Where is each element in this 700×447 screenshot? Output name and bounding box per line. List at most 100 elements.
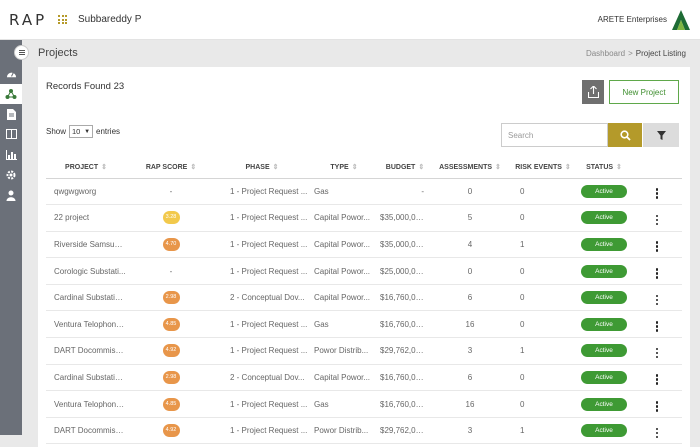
assessments-cell: 16 — [430, 390, 510, 418]
table-row[interactable]: Corologic Substati... - 1 - Project Reques… — [46, 257, 682, 285]
project-name-cell[interactable]: DART Docommissio... — [46, 337, 126, 365]
risk-events-cell: 0 — [510, 257, 576, 285]
actions-cell — [632, 204, 682, 232]
project-name-cell[interactable]: Cardinal Substatio... — [46, 284, 126, 312]
new-project-button[interactable]: New Project — [609, 80, 679, 104]
rap-score-badge: 4.92 — [162, 424, 180, 438]
more-options-icon[interactable] — [655, 241, 659, 252]
more-options-icon[interactable] — [655, 374, 659, 385]
table-row[interactable]: Cardinal Substatio... 2.98 2 - Conceptual … — [46, 364, 682, 392]
column-header-actions — [632, 156, 682, 179]
table-row[interactable]: DART Docommissio... 4.92 1 - Project Reque… — [46, 337, 682, 365]
column-header-project[interactable]: PROJECT ⇕ — [46, 156, 126, 179]
rap-score-badge: 2.98 — [162, 370, 180, 384]
column-header-type[interactable]: TYPE ⇕ — [308, 156, 380, 179]
table-row[interactable]: Ventura Telophono... 4.85 1 - Project Requ… — [46, 390, 682, 418]
actions-cell — [632, 390, 682, 418]
phase-cell: 1 - Project Request ... — [216, 417, 308, 445]
assessments-cell: 5 — [430, 204, 510, 232]
sidebar-item-users[interactable] — [4, 188, 18, 202]
type-cell: Capital Powor... — [308, 284, 380, 312]
actions-cell — [632, 284, 682, 312]
table-row[interactable]: Cardinal Substatio... 2.98 2 - Conceptual … — [46, 284, 682, 312]
more-options-icon[interactable] — [655, 214, 659, 226]
status-cell: Active — [576, 257, 632, 285]
more-options-icon[interactable] — [655, 268, 659, 279]
more-options-icon[interactable] — [655, 294, 659, 306]
sidebar-toggle-button[interactable] — [14, 45, 29, 60]
phase-cell: 1 - Project Request ... — [216, 390, 308, 418]
apps-grid-icon[interactable] — [58, 15, 67, 24]
column-header-risk-events[interactable]: RISK EVENTS ⇕ — [510, 156, 576, 179]
project-name-cell[interactable]: Cardinal Substatio... — [46, 364, 126, 392]
entries-value: 10 — [72, 127, 81, 136]
budget-cell: - — [380, 178, 430, 206]
status-badge: Active — [581, 317, 627, 331]
export-icon — [587, 86, 599, 98]
status-cell: Active — [576, 417, 632, 445]
sidebar-item-projects[interactable] — [0, 84, 22, 104]
risk-events-cell: 0 — [510, 284, 576, 312]
phase-cell: 1 - Project Request ... — [216, 337, 308, 365]
column-header-phase[interactable]: PHASE ⇕ — [216, 156, 308, 179]
column-header-budget[interactable]: BUDGET ⇕ — [380, 156, 430, 179]
company-name[interactable]: ARETE Enterprises — [598, 15, 667, 24]
sidebar-item-documents[interactable] — [4, 107, 18, 121]
project-name-cell[interactable]: 22 project — [46, 204, 126, 232]
user-name[interactable]: Subbareddy P — [78, 14, 141, 25]
search-button[interactable] — [608, 123, 642, 147]
menu-icon — [18, 52, 25, 53]
project-name-cell[interactable]: Corologic Substati... — [46, 257, 126, 285]
project-name-cell[interactable]: Ventura Telophono... — [46, 390, 126, 418]
entries-label: entries — [96, 127, 121, 136]
breadcrumb-dashboard[interactable]: Dashboard — [586, 49, 625, 58]
project-name-cell[interactable]: DART Docommissio... — [46, 417, 126, 445]
project-name-cell[interactable]: Ventura Telophono... — [46, 310, 126, 339]
status-cell: Active — [576, 231, 632, 259]
rap-score-cell: 4.92 — [126, 417, 216, 445]
assessments-cell: 16 — [430, 310, 510, 339]
more-options-icon[interactable] — [655, 427, 659, 439]
sidebar-item-settings[interactable] — [4, 168, 18, 182]
app-logo[interactable]: RAP — [9, 11, 47, 29]
export-button[interactable] — [582, 80, 604, 104]
budget-cell: $25,000,000 — [380, 257, 430, 285]
sort-icon: ⇕ — [418, 163, 425, 171]
budget-cell: $16,760,000 — [380, 310, 430, 339]
more-options-icon[interactable] — [655, 321, 659, 332]
status-cell: Active — [576, 310, 632, 339]
rap-score-badge: - — [169, 186, 173, 196]
caret-down-icon: ▼ — [84, 128, 91, 135]
phase-cell: 1 - Project Request ... — [216, 257, 308, 285]
rap-score-cell: 4.85 — [126, 310, 216, 339]
sidebar-item-book[interactable] — [4, 127, 18, 141]
search-input[interactable]: Search — [501, 123, 608, 147]
type-cell: Capital Powor... — [308, 231, 380, 259]
more-options-icon[interactable] — [655, 401, 659, 412]
filter-button[interactable] — [643, 123, 679, 147]
column-header-rap-score[interactable]: RAP SCORE ⇕ — [126, 156, 216, 179]
table-header-row: PROJECT ⇕ RAP SCORE ⇕ PHASE ⇕ TYPE ⇕ BUDGET ⇕… — [46, 156, 682, 179]
sort-icon: ⇕ — [564, 163, 571, 171]
table-row[interactable]: DART Docommissio... 4.92 1 - Project Reque… — [46, 417, 682, 445]
assessments-cell: 6 — [430, 284, 510, 312]
rap-score-cell: 3.28 — [126, 204, 216, 232]
more-options-icon[interactable] — [655, 188, 659, 199]
rap-score-badge: 4.92 — [162, 344, 180, 358]
entries-select[interactable]: 10 ▼ — [69, 125, 94, 138]
sidebar-item-dashboard[interactable] — [4, 67, 18, 81]
sidebar-item-reports[interactable] — [4, 148, 18, 162]
project-name-cell[interactable]: qwgwgworg — [46, 178, 126, 206]
table-row[interactable]: qwgwgworg -1 - Project Request ... Gas -0 0 A… — [46, 178, 682, 206]
projects-table: PROJECT ⇕ RAP SCORE ⇕ PHASE ⇕ TYPE ⇕ BUDGET ⇕… — [46, 156, 682, 445]
column-header-status[interactable]: STATUS ⇕ — [576, 156, 632, 179]
assessments-cell: 4 — [430, 231, 510, 259]
column-header-assessments[interactable]: ASSESSMENTS ⇕ — [430, 156, 510, 179]
table-row[interactable]: Ventura Telophono... 4.85 1 - Project Requ… — [46, 310, 682, 339]
project-name-cell[interactable]: Riverside Samsung... — [46, 231, 126, 259]
filter-icon — [656, 130, 666, 140]
table-row[interactable]: 22 project 3.28 1 - Project Request ... Cap… — [46, 204, 682, 232]
more-options-icon[interactable] — [655, 347, 659, 359]
table-row[interactable]: Riverside Samsung... 4.70 1 - Project Requ… — [46, 231, 682, 259]
rap-score-cell: 4.85 — [126, 390, 216, 418]
